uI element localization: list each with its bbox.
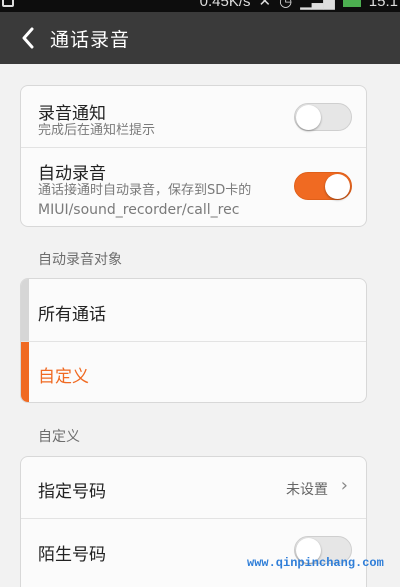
- recording-notification-toggle[interactable]: [294, 103, 352, 131]
- unknown-numbers-row[interactable]: 陌生号码: [21, 518, 366, 582]
- signal-icon: ▁▃▅: [300, 0, 335, 10]
- battery-icon: [342, 0, 361, 7]
- option-all-calls[interactable]: 所有通话: [21, 279, 366, 341]
- specified-numbers-value: 未设置: [286, 482, 328, 498]
- option-indicator: [21, 279, 29, 341]
- option-all-calls-label: 所有通话: [38, 305, 106, 325]
- bluetooth-icon: ✕: [258, 0, 272, 10]
- auto-record-row[interactable]: 自动录音 通话接通时自动录音，保存到SD卡的 MIUI/sound_record…: [21, 147, 366, 226]
- alarm-icon: ◷: [279, 0, 293, 10]
- unknown-numbers-label: 陌生号码: [38, 545, 106, 565]
- auto-record-toggle[interactable]: [294, 172, 352, 200]
- record-target-card: 所有通话 自定义: [20, 278, 367, 403]
- status-bar: 0.45K/s ✕ ◷ ▁▃▅ 15:1: [0, 0, 400, 12]
- network-speed: 0.45K/s: [199, 0, 251, 10]
- option-selected-indicator: [21, 342, 29, 402]
- auto-record-subtitle-line1: 通话接通时自动录音，保存到SD卡的: [38, 183, 252, 198]
- toggle-knob: [296, 105, 321, 130]
- specified-numbers-row[interactable]: 指定号码 未设置 ›: [21, 457, 366, 518]
- status-time: 15:1: [368, 0, 398, 10]
- status-bar-right: 0.45K/s ✕ ◷ ▁▃▅ 15:1: [200, 0, 398, 10]
- watermark: www.qinpinchang.com: [247, 556, 384, 570]
- custom-section-label: 自定义: [38, 429, 80, 445]
- option-custom[interactable]: 自定义: [21, 341, 366, 402]
- page-title: 通话录音: [50, 28, 131, 51]
- auto-record-title: 自动录音: [38, 164, 106, 184]
- option-custom-label: 自定义: [38, 367, 89, 387]
- recording-notification-row[interactable]: 录音通知 完成后在通知栏提示: [21, 86, 366, 147]
- chevron-right-icon: ›: [340, 475, 348, 496]
- toggle-knob: [325, 174, 350, 199]
- screenshot-icon: [2, 0, 14, 7]
- action-bar: 通话录音: [0, 12, 400, 64]
- recording-notification-title: 录音通知: [38, 104, 106, 124]
- record-target-section-label: 自动录音对象: [38, 252, 122, 268]
- auto-record-subtitle-line2: MIUI/sound_recorder/call_rec: [38, 202, 240, 218]
- recording-settings-card: 录音通知 完成后在通知栏提示 自动录音 通话接通时自动录音，保存到SD卡的 MI…: [20, 85, 367, 227]
- specified-numbers-label: 指定号码: [38, 482, 106, 502]
- recording-notification-subtitle: 完成后在通知栏提示: [38, 123, 156, 138]
- back-arrow-icon[interactable]: [10, 12, 46, 64]
